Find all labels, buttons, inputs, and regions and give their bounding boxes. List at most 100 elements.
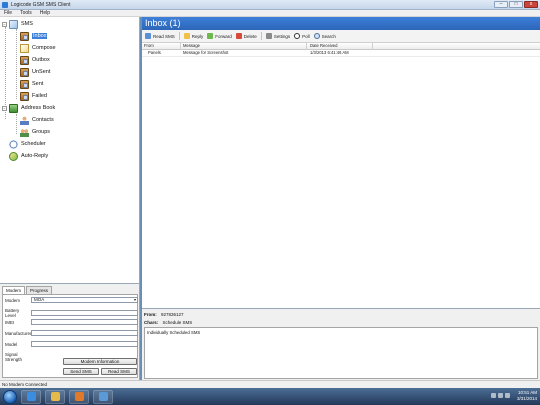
maximize-button[interactable]: □ bbox=[509, 1, 523, 8]
minimize-button[interactable]: – bbox=[494, 1, 508, 8]
tray-icon[interactable] bbox=[498, 393, 503, 398]
signal-row: Signal Strength bbox=[5, 352, 31, 362]
gear-icon bbox=[265, 33, 272, 39]
tree-node-label: Sent bbox=[32, 81, 44, 87]
close-button[interactable]: x bbox=[524, 1, 538, 8]
read-sms-button[interactable]: Read SMS bbox=[101, 368, 137, 375]
tree-node-label: Inbox bbox=[32, 33, 48, 39]
taskbar-app-media[interactable] bbox=[69, 389, 89, 404]
table-row[interactable]: Panels Message for Screenshot 1/3/2013 6… bbox=[142, 50, 540, 57]
row-from: Panels bbox=[148, 50, 161, 55]
clock-date: 3/31/2014 bbox=[516, 396, 537, 401]
tree-node-label: Groups bbox=[32, 129, 51, 135]
settings-tool[interactable]: Settings bbox=[265, 33, 291, 39]
detail-chars: Chars: Schedule SMS bbox=[144, 320, 192, 325]
model-field[interactable] bbox=[31, 341, 138, 347]
taskbar: 10:51 AM 3/31/2014 bbox=[0, 388, 540, 405]
taskbar-app-sms[interactable] bbox=[93, 389, 113, 404]
collapse-toggle[interactable]: − bbox=[2, 105, 7, 111]
tree-node-inbox[interactable]: Inbox bbox=[20, 31, 48, 41]
start-button[interactable] bbox=[3, 389, 17, 404]
imei-field[interactable] bbox=[31, 319, 138, 325]
tree-node-scheduler[interactable]: Scheduler bbox=[9, 139, 46, 149]
column-from[interactable]: From bbox=[144, 43, 154, 49]
tree-node-groups[interactable]: Groups bbox=[20, 127, 50, 137]
manufacturer-label: Manufacturer bbox=[5, 330, 32, 336]
forward-tool[interactable]: Forward bbox=[207, 33, 232, 39]
tree-node-label: Failed bbox=[32, 93, 47, 99]
window-title: Logicode GSM SMS Client bbox=[11, 1, 71, 8]
auto-reply-icon bbox=[9, 151, 18, 161]
model-label: Model bbox=[5, 341, 18, 347]
menu-tools[interactable]: Tools bbox=[20, 10, 32, 16]
folder-tree: − SMS Inbox Compose Outbox UnSent Sent F… bbox=[0, 17, 140, 284]
read-sms-tool[interactable]: Read SMS bbox=[145, 33, 175, 39]
search-tool[interactable]: Search bbox=[313, 33, 336, 39]
delete-tool[interactable]: Delete bbox=[235, 33, 257, 39]
outbox-icon bbox=[20, 55, 29, 65]
imei-row: IMEI bbox=[5, 319, 138, 325]
tool-label: Forward bbox=[215, 33, 232, 39]
delete-icon bbox=[235, 33, 242, 39]
chars-value: Schedule SMS bbox=[162, 320, 193, 325]
tray-icon[interactable] bbox=[491, 393, 496, 398]
tool-label: Poll bbox=[302, 33, 310, 39]
reply-icon bbox=[183, 33, 190, 39]
imei-label: IMEI bbox=[5, 319, 15, 325]
taskbar-app-ie[interactable] bbox=[21, 389, 41, 404]
tree-node-sms[interactable]: − SMS bbox=[2, 19, 33, 29]
contacts-icon bbox=[20, 115, 29, 125]
poll-tool[interactable]: Poll bbox=[294, 33, 310, 39]
column-message[interactable]: Message bbox=[183, 43, 200, 49]
toolbar-separator bbox=[260, 32, 262, 40]
unsent-icon bbox=[20, 67, 29, 77]
manufacturer-row: Manufacturer bbox=[5, 330, 138, 336]
tree-node-compose[interactable]: Compose bbox=[20, 43, 56, 53]
message-grid: From Message Date Received Panels Messag… bbox=[142, 43, 540, 309]
tree-node-unsent[interactable]: UnSent bbox=[20, 67, 50, 77]
message-detail: From: 927836127 Chars: Schedule SMS Indi… bbox=[142, 309, 540, 380]
window-titlebar: Logicode GSM SMS Client – □ x bbox=[0, 0, 540, 10]
battery-row: Battery Level bbox=[5, 308, 138, 318]
groups-icon bbox=[20, 127, 29, 137]
tray-icon[interactable] bbox=[505, 393, 510, 398]
tool-label: Search bbox=[321, 33, 336, 39]
toolbar-separator bbox=[178, 32, 180, 40]
collapse-toggle[interactable]: − bbox=[2, 21, 7, 27]
menu-file[interactable]: File bbox=[4, 10, 12, 16]
column-separator bbox=[372, 43, 373, 50]
tray-clock[interactable]: 10:51 AM 3/31/2014 bbox=[517, 390, 537, 402]
reply-tool[interactable]: Reply bbox=[183, 33, 204, 39]
compose-icon bbox=[20, 43, 29, 53]
tree-node-outbox[interactable]: Outbox bbox=[20, 55, 50, 65]
taskbar-app-explorer[interactable] bbox=[45, 389, 65, 404]
tree-node-failed[interactable]: Failed bbox=[20, 91, 47, 101]
modem-select[interactable]: MOA ▾ bbox=[31, 297, 138, 303]
tool-label: Read SMS bbox=[153, 33, 175, 39]
folder-icon bbox=[50, 392, 60, 401]
modem-panel: Modem Progress Modem MOA ▾ Battery Level… bbox=[0, 284, 140, 380]
app-icon bbox=[2, 1, 8, 8]
modem-information-button[interactable]: Modem Information bbox=[63, 358, 137, 365]
model-row: Model bbox=[5, 341, 138, 347]
tree-node-address-book[interactable]: − Address Book bbox=[2, 103, 55, 113]
tool-label: Reply bbox=[191, 33, 204, 39]
tree-line bbox=[16, 29, 17, 99]
column-date[interactable]: Date Received bbox=[310, 43, 337, 49]
menu-help[interactable]: Help bbox=[40, 10, 50, 16]
tree-node-contacts[interactable]: Contacts bbox=[20, 115, 54, 125]
failed-icon bbox=[20, 91, 29, 101]
manufacturer-field[interactable] bbox=[31, 330, 138, 336]
tab-progress[interactable]: Progress bbox=[26, 286, 53, 294]
tool-label: Settings bbox=[273, 33, 291, 39]
search-icon bbox=[313, 33, 320, 39]
tree-node-label: Outbox bbox=[32, 57, 50, 63]
battery-field[interactable] bbox=[31, 310, 138, 316]
inbox-toolbar: Read SMS Reply Forward Delete Settings P… bbox=[142, 30, 540, 43]
envelope-icon bbox=[145, 33, 151, 39]
tab-modem[interactable]: Modem bbox=[2, 286, 26, 294]
tree-node-auto-reply[interactable]: Auto-Reply bbox=[9, 151, 48, 161]
send-sms-button[interactable]: Send SMS bbox=[63, 368, 99, 375]
tree-node-sent[interactable]: Sent bbox=[20, 79, 43, 89]
modem-label: Modem bbox=[5, 297, 21, 303]
